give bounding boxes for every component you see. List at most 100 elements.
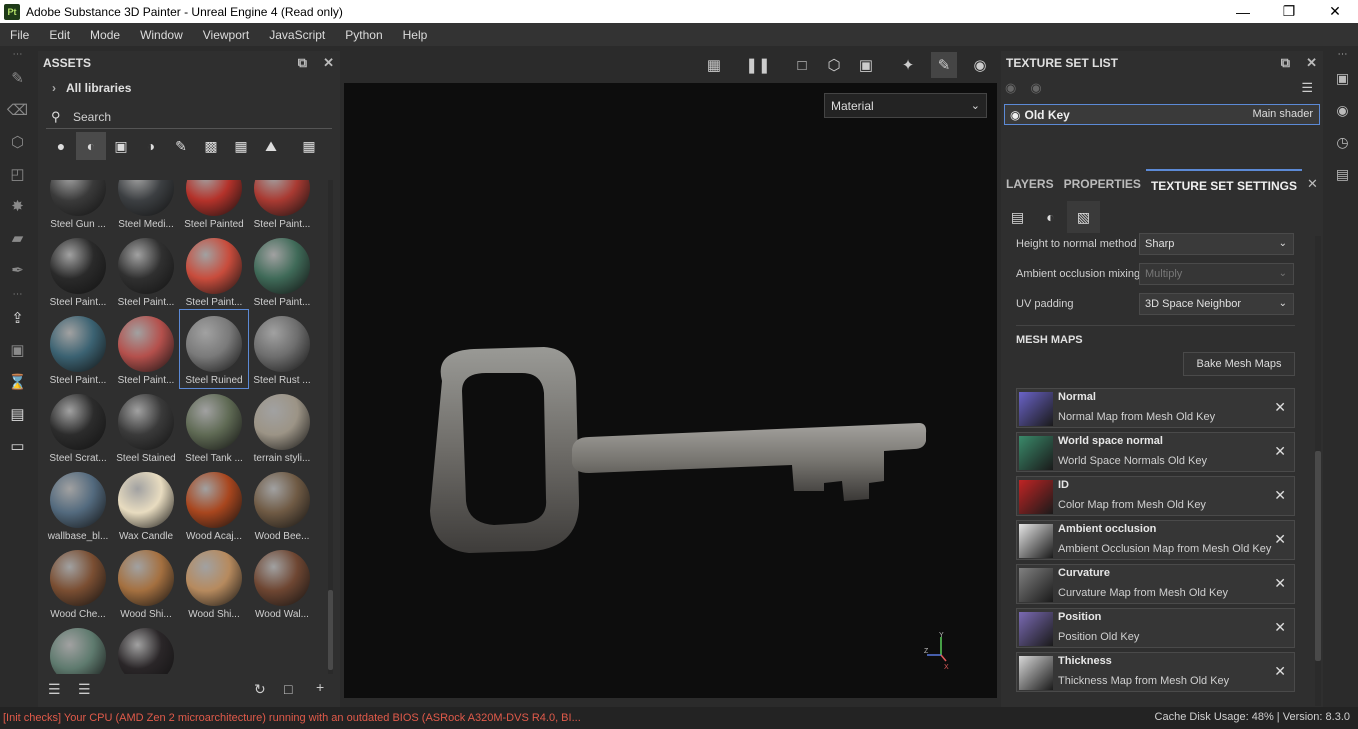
mesh-map-item[interactable]: Normal Normal Map from Mesh Old Key ✕ (1016, 388, 1295, 428)
export-icon[interactable]: ⇪ (0, 302, 35, 334)
remove-icon[interactable]: ✕ (1274, 487, 1286, 504)
brush-filter-icon[interactable]: ✎ (166, 132, 196, 160)
uv-padding-select[interactable]: 3D Space Neighbor ⌄ (1139, 293, 1294, 315)
asset-tile[interactable]: Steel Gun ... (44, 180, 112, 232)
asset-tile[interactable]: Wax Candle (112, 466, 180, 544)
assets-scrollbar[interactable] (328, 180, 333, 674)
asset-tile[interactable]: Steel Painted (180, 180, 248, 232)
close-icon[interactable]: ✕ (1306, 55, 1317, 71)
asset-tile[interactable]: terrain styli... (248, 388, 316, 466)
remove-icon[interactable]: ✕ (1274, 619, 1286, 636)
smudge-icon[interactable]: ✸ (0, 190, 35, 222)
paint-mode-icon[interactable]: ✎ (931, 52, 957, 78)
pause-icon[interactable]: ❚❚ (745, 52, 771, 78)
smart-material-filter-icon[interactable]: ◐ (76, 132, 106, 160)
menu-edit[interactable]: Edit (39, 28, 80, 42)
asset-tile[interactable]: Wood Acaj... (180, 466, 248, 544)
remove-icon[interactable]: ✕ (1274, 443, 1286, 460)
mesh-map-item[interactable]: Ambient occlusion Ambient Occlusion Map f… (1016, 520, 1295, 560)
menu-icon[interactable]: ☰ (1301, 80, 1313, 96)
asset-tile[interactable]: Wood Shi... (112, 544, 180, 622)
alpha-filter-icon[interactable]: ▩ (196, 132, 226, 160)
mask-filter-icon[interactable]: ▣ (106, 132, 136, 160)
folder-icon[interactable]: □ (284, 681, 292, 697)
hourglass-icon[interactable]: ⌛ (0, 366, 35, 398)
menu-mode[interactable]: Mode (80, 28, 130, 42)
eye-icon[interactable]: ◉ (1010, 108, 1020, 122)
tab-layers[interactable]: LAYERS (1001, 169, 1059, 199)
visibility-icon[interactable]: ◉ (1030, 80, 1041, 96)
asset-tile[interactable]: Steel Tank ... (180, 388, 248, 466)
asset-tile[interactable]: Steel Rust ... (248, 310, 316, 388)
asset-tile[interactable]: Steel Paint... (248, 232, 316, 310)
add-icon[interactable]: + (316, 679, 324, 695)
height-to-normal-select[interactable]: Sharp ⌄ (1139, 233, 1294, 255)
remove-icon[interactable]: ✕ (1274, 399, 1286, 416)
visibility-all-icon[interactable]: ◉ (1005, 80, 1016, 96)
asset-tile[interactable]: Steel Ruined (179, 309, 249, 389)
grid-view-icon[interactable]: ▦ (294, 132, 324, 160)
asset-tile[interactable]: worn-meta... (112, 622, 180, 674)
tab-properties[interactable]: PROPERTIES (1059, 169, 1146, 199)
close-icon[interactable]: ✕ (323, 55, 334, 71)
environment-filter-icon[interactable]: ⛰ (256, 132, 286, 160)
symmetry-icon[interactable]: ✦ (895, 52, 921, 78)
remove-icon[interactable]: ✕ (1274, 663, 1286, 680)
asset-tile[interactable]: Wood Bee... (248, 466, 316, 544)
remove-icon[interactable]: ✕ (1274, 575, 1286, 592)
mesh-map-item[interactable]: World space normal World Space Normals Ol… (1016, 432, 1295, 472)
polygon-fill-icon[interactable]: ◰ (0, 158, 35, 190)
close-icon[interactable]: ✕ (1312, 0, 1358, 23)
undock-icon[interactable]: ⧉ (298, 55, 307, 71)
camera-icon[interactable]: ▣ (853, 52, 879, 78)
settings-scrollbar[interactable] (1315, 236, 1321, 706)
minimize-icon[interactable]: — (1220, 0, 1266, 23)
list-options-icon[interactable]: ☰ (78, 681, 91, 698)
menu-viewport[interactable]: Viewport (193, 28, 259, 42)
filter-options-icon[interactable]: ☰ (48, 681, 61, 698)
asset-tile[interactable]: Steel Stained (112, 388, 180, 466)
asset-tile[interactable]: Steel Paint... (180, 232, 248, 310)
log-icon[interactable]: ▤ (1327, 158, 1358, 190)
undock-icon[interactable]: ⧉ (1281, 55, 1290, 71)
2d-view-icon[interactable]: □ (789, 52, 815, 78)
ao-mixing-select[interactable]: Multiply ⌄ (1139, 263, 1294, 285)
3d-view-icon[interactable]: ⬡ (821, 52, 847, 78)
asset-tile[interactable]: Steel Paint... (44, 310, 112, 388)
shader-settings-icon[interactable]: ◉ (1327, 94, 1358, 126)
mesh-map-item[interactable]: Curvature Curvature Map from Mesh Old Key… (1016, 564, 1295, 604)
all-libraries[interactable]: › All libraries (38, 75, 340, 101)
menu-help[interactable]: Help (393, 28, 438, 42)
tab-texture-set-settings[interactable]: TEXTURE SET SETTINGS (1145, 169, 1302, 199)
asset-tile[interactable]: Wood Wal... (248, 544, 316, 622)
shader-name[interactable]: Main shader (1252, 108, 1313, 120)
hide-selection-icon[interactable]: ▦ (701, 52, 727, 78)
asset-tile[interactable]: wallbase_bl... (44, 466, 112, 544)
asset-tile[interactable]: Wood Che... (44, 544, 112, 622)
mesh-map-item[interactable]: ID Color Map from Mesh Old Key ✕ (1016, 476, 1295, 516)
menu-window[interactable]: Window (130, 28, 193, 42)
init-check-warning[interactable]: [Init checks] Your CPU (AMD Zen 2 microa… (0, 712, 581, 724)
mesh-map-item[interactable]: Position Position Old Key ✕ (1016, 608, 1295, 648)
learn-icon[interactable]: ▭ (0, 430, 35, 462)
search-input[interactable]: ⚲ Search (46, 105, 332, 129)
color-picker-icon[interactable]: ✒ (0, 254, 35, 286)
asset-tile[interactable]: Steel Paint... (44, 232, 112, 310)
close-tab-icon[interactable]: ✕ (1302, 169, 1323, 199)
asset-tile[interactable]: Wood Shi... (180, 544, 248, 622)
refresh-icon[interactable]: ↻ (254, 681, 266, 698)
bake-mesh-maps-button[interactable]: Bake Mesh Maps (1183, 352, 1295, 376)
asset-tile[interactable]: wood_plan... (44, 622, 112, 674)
mesh-map-item[interactable]: Thickness Thickness Map from Mesh Old Key… (1016, 652, 1295, 692)
remove-icon[interactable]: ✕ (1274, 531, 1286, 548)
viewport-material-select[interactable]: Material ⌄ (824, 93, 987, 118)
clone-stamp-icon[interactable]: ▰ (0, 222, 35, 254)
projection-icon[interactable]: ⬡ (0, 126, 35, 158)
texture-filter-icon[interactable]: ▦ (226, 132, 256, 160)
menu-file[interactable]: File (0, 28, 39, 42)
eraser-icon[interactable]: ⌫ (0, 94, 35, 126)
paint-brush-icon[interactable]: ✎ (0, 62, 35, 94)
asset-tile[interactable]: Steel Paint... (248, 180, 316, 232)
asset-tile[interactable]: Steel Paint... (112, 310, 180, 388)
texture-set-row[interactable]: ◉ Old Key Main shader (1004, 104, 1320, 125)
